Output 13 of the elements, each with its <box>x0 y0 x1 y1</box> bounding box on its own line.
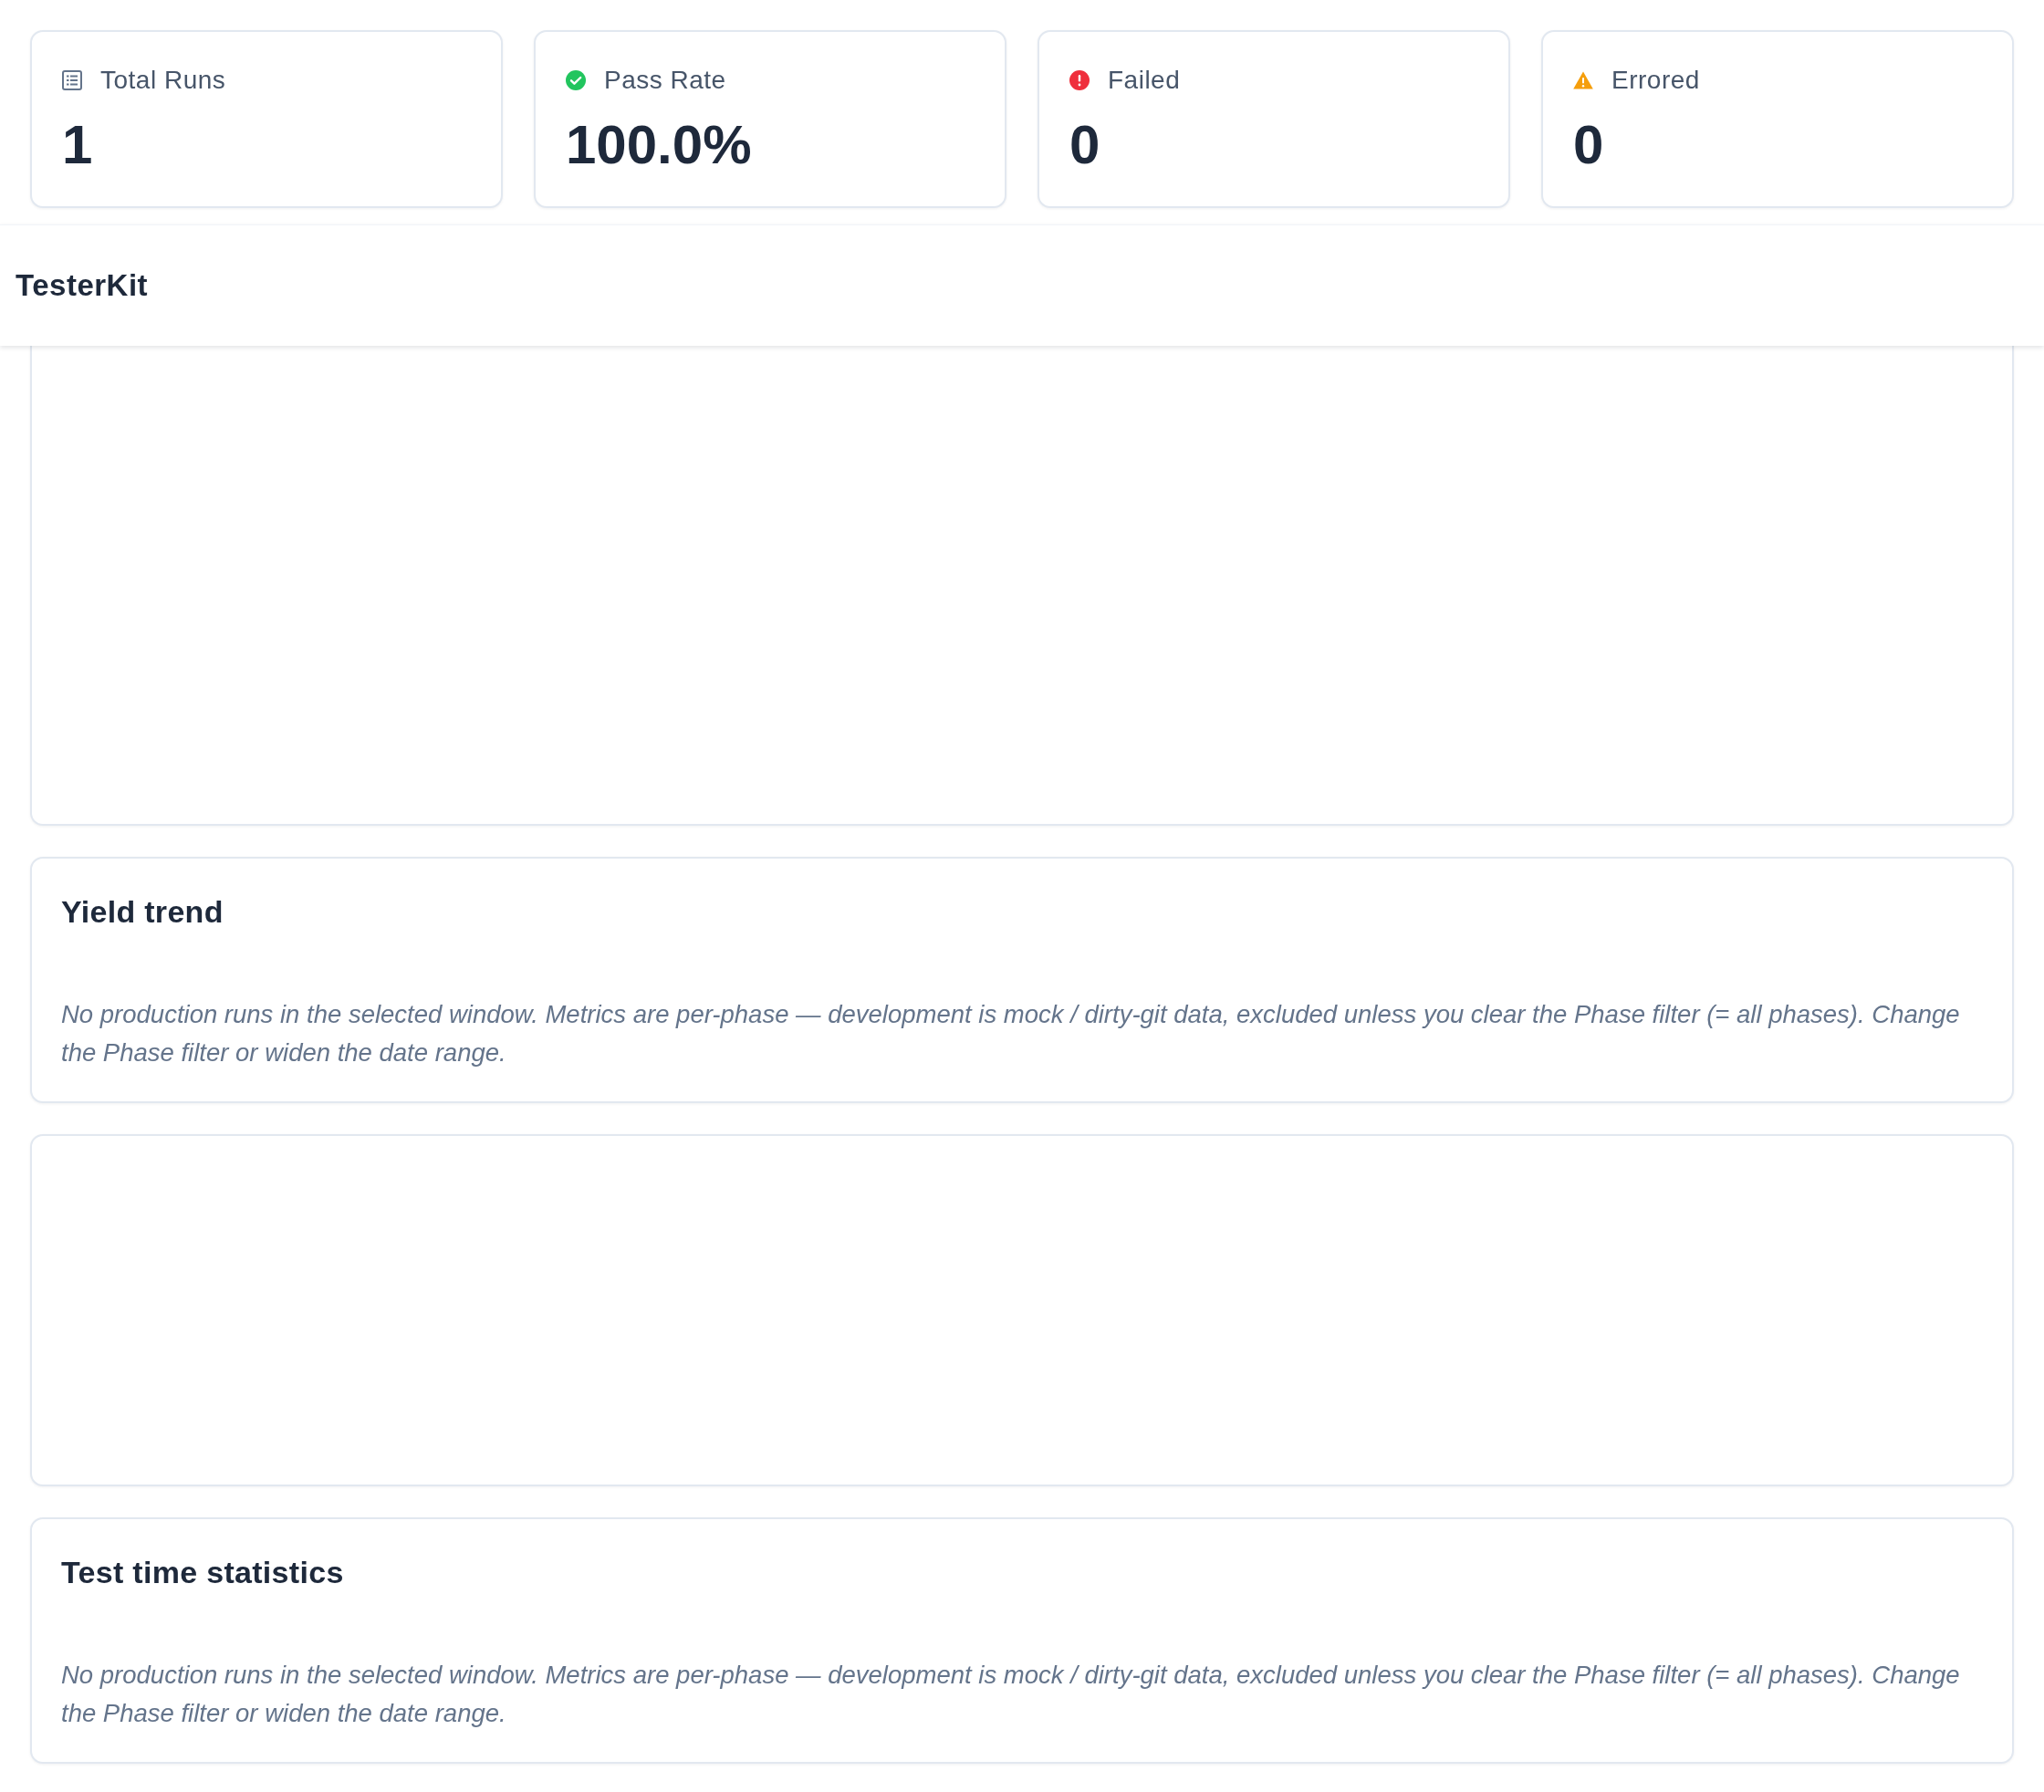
stat-label: Failed <box>1108 65 1181 96</box>
stat-value: 0 <box>1573 113 1604 177</box>
empty-state-message: No production runs in the selected window. Metrics are per-phase — development is mock / dirty-git data, excluded unless you clear the Phase filter (= all phases). Change the Phase filter or widen the date range. <box>61 1660 1961 1729</box>
stat-label: Errored <box>1611 65 1700 96</box>
section-title: Yield trend <box>61 893 224 931</box>
app-title: TesterKit <box>16 267 149 305</box>
stat-label: Total Runs <box>100 65 226 96</box>
stat-value: 100.0% <box>566 113 752 177</box>
section-title: Test time statistics <box>61 1554 344 1591</box>
stat-label: Pass Rate <box>604 65 726 96</box>
stat-value: 1 <box>62 113 93 177</box>
stat-value: 0 <box>1069 113 1100 177</box>
empty-state-message: No production runs in the selected window. Metrics are per-phase — development is mock / dirty-git data, excluded unless you clear the Phase filter (= all phases). Change the Phase filter or widen the date range. <box>61 999 1961 1068</box>
